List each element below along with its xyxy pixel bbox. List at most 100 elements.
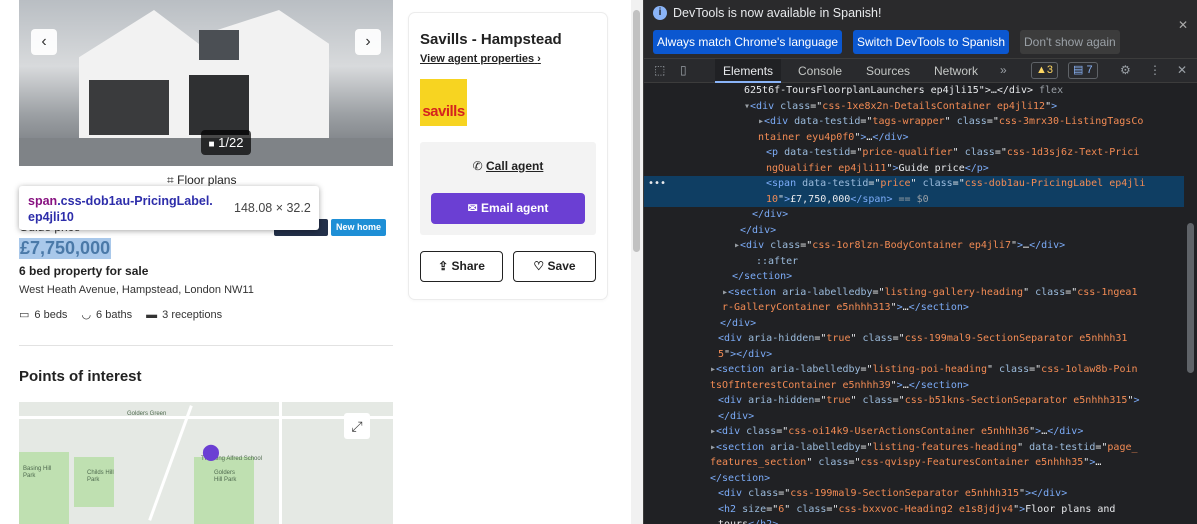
close-icon[interactable]: ✕ [1178,18,1188,32]
map-road [279,402,282,524]
dom-tree-line[interactable]: ▾<div class="css-1xe8x2n-DetailsContaine… [644,99,1184,115]
dom-tree-line[interactable]: 625t6f-ToursFloorplanLaunchers ep4jli15"… [644,83,1184,99]
dom-token: data-testid [1029,441,1096,453]
dom-tree-line[interactable]: r-GalleryContainer e5nhhh313">…</section… [644,300,1184,316]
map-road [19,416,393,419]
price-label: £7,750,000 [19,238,112,259]
property-photo[interactable]: ‹ › ■ 1/22 [19,0,393,166]
dom-tree-line[interactable]: ▸<section aria-labelledby="listing-poi-h… [644,362,1184,378]
tab-sources[interactable]: Sources [866,59,910,83]
dom-tree-line-content: <div aria-hidden="true" class="css-199ma… [718,331,1127,347]
call-agent-link[interactable]: ✆ Call agent [420,159,596,173]
dom-token: " [1023,286,1036,298]
dom-tree-line-content: features_section" class="css-qvispy-Feat… [710,455,1101,471]
dont-show-again-button[interactable]: Don't show again [1020,30,1120,54]
dom-tree-line[interactable]: ::after [644,254,1184,270]
tab-console[interactable]: Console [798,59,842,83]
agent-logo: savills [420,79,467,126]
gear-icon[interactable]: ⚙ [1120,63,1131,77]
page-scrollbar-thumb[interactable] [633,10,640,252]
dom-tree-line[interactable]: <div class="css-199mal9-SectionSeparator… [644,486,1184,502]
dom-tree-line[interactable]: <h2 size="6" class="css-bxxvoc-Heading2 … [644,502,1184,518]
dom-token: <span [766,178,803,189]
dom-tree-line[interactable]: <div aria-hidden="true" class="css-b51kn… [644,393,1184,409]
elements-tree[interactable]: 625t6f-ToursFloorplanLaunchers ep4jli15"… [644,83,1184,524]
dom-tree-line[interactable]: </section> [644,471,1184,487]
elements-scrollbar-thumb[interactable] [1187,223,1194,373]
elements-scrollbar[interactable] [1184,83,1197,524]
garage-shape [89,80,169,135]
dom-token: class [818,457,849,468]
dom-token: aria-hidden [748,395,815,406]
map-park [19,452,69,524]
dom-token: ></div> [730,348,773,360]
next-photo-button[interactable]: › [355,29,381,55]
save-button[interactable]: ♡ Save [513,251,596,282]
device-toolbar-icon[interactable]: ▯ [680,63,687,77]
dom-tree-line[interactable]: </div> [644,207,1184,223]
dom-tree-line[interactable]: </section> [644,269,1184,285]
dom-token: == $0 [892,193,929,205]
dom-token: ></div> [1025,488,1068,499]
dom-tree-line[interactable]: ▸<div data-testid="tags-wrapper" class="… [644,114,1184,130]
dom-token: 625t6f-ToursFloorplanLaunchers ep4jli15"… [744,85,1033,96]
dom-tree-line[interactable]: features_section" class="css-qvispy-Feat… [644,455,1184,471]
match-language-button[interactable]: Always match Chrome's language [653,30,843,54]
prev-photo-button[interactable]: ‹ [31,29,57,55]
dom-token: " [850,395,863,406]
poi-map[interactable]: Golders Green The King Alfred School Bas… [19,402,393,524]
dom-token: size [742,503,767,515]
dom-tree-line[interactable]: tours</h2> [644,517,1184,524]
dom-token: class [796,503,827,515]
share-button[interactable]: ⇪ Share [420,251,503,282]
switch-to-spanish-button[interactable]: Switch DevTools to Spanish [853,30,1010,54]
dom-token: " [910,178,923,189]
email-agent-button[interactable]: ✉ Email agent [431,193,585,224]
dom-tree-line[interactable]: ntainer eyu4p0f0">…</div> [644,130,1184,146]
more-options-icon[interactable]: ⋮ [1149,63,1161,77]
dom-token: </div> [1047,426,1084,437]
warnings-counter[interactable]: ▲3 [1031,62,1059,79]
dom-tree-line[interactable]: 5"></div> [644,347,1184,363]
expand-icon: ⤢ [351,418,363,434]
dom-tree-line[interactable]: <p data-testid="price-qualifier" class="… [644,145,1184,161]
expand-map-button[interactable]: ⤢ [344,413,370,439]
dom-token: tours [718,519,748,524]
dom-tree-line[interactable]: ••• <span data-testid="price" class="css-… [644,176,1184,192]
dom-tree-line[interactable]: ▸<section aria-labelledby="listing-galle… [644,285,1184,301]
dom-tree-line[interactable]: 10">£7,750,000</span> == $0 [644,191,1184,207]
page-scrollbar[interactable] [631,0,643,524]
more-tabs-icon[interactable]: » [1000,63,1007,77]
close-devtools-icon[interactable]: ✕ [1177,63,1187,77]
dom-tree-line-content: ngQualifier ep4jli11">Guide price</p> [766,161,989,177]
map-pin-icon[interactable]: ⬤ [202,442,220,462]
dom-token: class [748,488,779,499]
dom-token: =" [800,240,813,251]
dom-token: " [1017,441,1030,453]
view-agent-properties-link[interactable]: View agent properties › [420,53,541,65]
dom-tree-line-content: ▸<div class="css-oi14k9-UserActionsConta… [710,424,1083,440]
dom-token: " [850,333,863,344]
dom-tree-line[interactable]: ngQualifier ep4jli11">Guide price</p> [644,161,1184,177]
dom-tree-line[interactable]: ▸<div class="css-oi14k9-UserActionsConta… [644,424,1184,440]
dom-tree-line[interactable]: ▸<div class="css-1or8lzn-BodyContainer e… [644,238,1184,254]
dom-token: " [806,457,819,468]
dom-token: price-qualifier [862,147,953,158]
dom-token: " [952,147,965,158]
messages-counter[interactable]: ▤ 7 [1068,62,1098,79]
dom-tree-line[interactable]: tsOfInterestContainer e5nhhh39">…</secti… [644,378,1184,394]
dom-tree-line[interactable]: </div> [644,223,1184,239]
node-actions-icon[interactable]: ••• [648,176,666,192]
dom-tree-line-content: tours</h2> [718,517,778,524]
dom-tree-line[interactable]: ▸<section aria-labelledby="listing-featu… [644,440,1184,456]
dom-tree-line[interactable]: <div aria-hidden="true" class="css-199ma… [644,331,1184,347]
map-label: Basing Hill Park [23,466,52,479]
tab-elements[interactable]: Elements [715,59,782,83]
phone-icon: ✆ [472,159,483,173]
dom-token: =" [868,178,881,189]
tab-network[interactable]: Network [934,59,978,83]
inspect-element-icon[interactable]: ⬚ [654,63,665,77]
dom-tree-line[interactable]: </div> [644,316,1184,332]
dom-tree-line[interactable]: </div> [644,409,1184,425]
dom-token: class [780,100,811,112]
